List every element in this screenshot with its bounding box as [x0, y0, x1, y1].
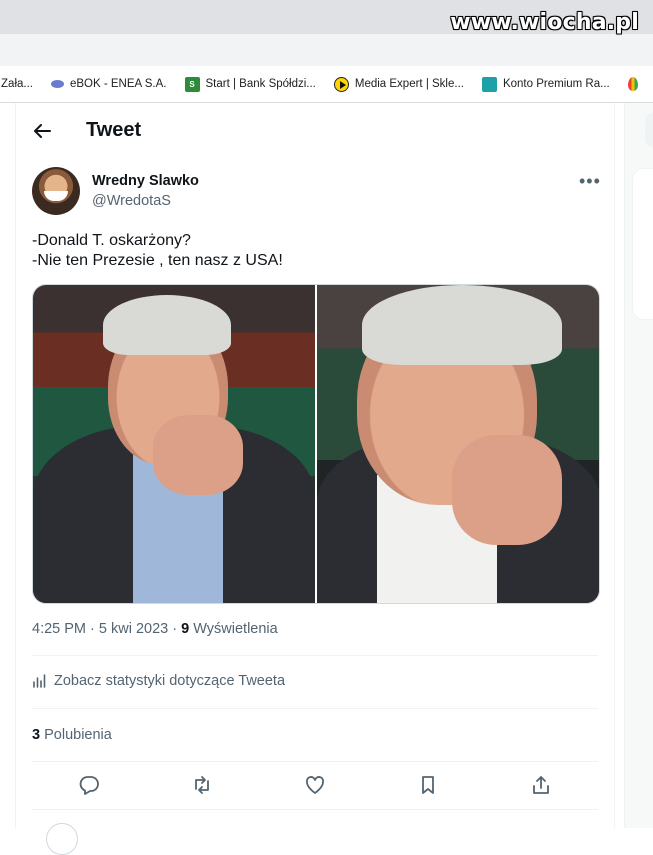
enea-icon — [50, 80, 64, 88]
avatar[interactable] — [32, 167, 80, 215]
bookmark-item[interactable]: Media Expert | Skle... — [333, 76, 464, 92]
right-panel-card — [632, 168, 653, 320]
share-icon[interactable] — [529, 773, 553, 797]
browser-address-bar[interactable] — [0, 34, 653, 66]
tweet-text-line: -Nie ten Prezesie , ten nasz z USA! — [32, 252, 283, 269]
analytics-icon — [33, 674, 46, 688]
media-expert-icon — [333, 76, 349, 92]
likes-label: Polubienia — [44, 727, 112, 743]
views-count: 9 — [181, 621, 190, 637]
tweet-text: -Donald T. oskarżony? -Nie ten Prezesie … — [32, 231, 283, 271]
retweet-icon[interactable] — [190, 773, 214, 797]
photo-hair — [103, 295, 231, 355]
photo-hand — [452, 435, 562, 545]
bookmark-item[interactable]: eBOK - ENEA S.A. — [50, 78, 167, 90]
bookmark-icon[interactable] — [416, 773, 440, 797]
views-label: Wyświetlenia — [193, 621, 278, 637]
tweet-date[interactable]: 5 kwi 2023 — [99, 621, 168, 637]
tweet-actions — [32, 763, 598, 807]
divider — [32, 655, 598, 656]
stats-label: Zobacz statystyki dotyczące Tweeta — [54, 673, 286, 689]
tweet-meta: 4:25 PM · 5 kwi 2023 · 9 Wyświetlenia — [32, 621, 278, 637]
tweet-column: Tweet Wredny Slawko @WredotaS ••• -Donal… — [15, 103, 615, 855]
like-icon[interactable] — [303, 773, 327, 797]
page-title: Tweet — [86, 119, 142, 141]
divider — [32, 809, 598, 810]
likes-link[interactable]: 3 Polubienia — [32, 727, 112, 743]
author-handle[interactable]: @WredotaS — [92, 193, 171, 209]
konto-icon — [481, 76, 497, 92]
bookmark-item[interactable]: Konto Premium Ra... — [481, 76, 610, 92]
tweet-photo[interactable] — [317, 285, 599, 603]
likes-count: 3 — [32, 727, 41, 743]
bookmark-label: eBOK - ENEA S.A. — [69, 78, 167, 90]
watermark: www.wiocha.pl — [450, 10, 639, 35]
divider — [32, 708, 598, 709]
bookmark-label: Start | Bank Spółdzi... — [205, 78, 316, 90]
bookmark-label: - Zała... — [0, 78, 33, 90]
bookmark-item[interactable]: S Start | Bank Spółdzi... — [184, 76, 316, 92]
bookmark-item[interactable] — [627, 77, 638, 91]
maps-icon — [627, 77, 638, 91]
tweet-time[interactable]: 4:25 PM — [32, 621, 86, 637]
author-name[interactable]: Wredny Slawko — [92, 173, 199, 189]
reply-icon[interactable] — [77, 773, 101, 797]
bank-icon: S — [184, 76, 200, 92]
more-options-icon[interactable]: ••• — [579, 171, 601, 192]
bookmark-item[interactable]: - Zała... — [0, 78, 33, 90]
bookmarks-bar: - Zała... eBOK - ENEA S.A. S Start | Ban… — [0, 66, 653, 103]
tweet-media[interactable] — [32, 284, 600, 604]
photo-hands — [153, 415, 243, 495]
tweet-header: Tweet — [32, 119, 141, 142]
bookmark-label: Konto Premium Ra... — [502, 78, 610, 90]
bookmark-label: Media Expert | Skle... — [354, 78, 464, 90]
right-search-box[interactable] — [645, 112, 653, 148]
tweet-photo[interactable] — [33, 285, 315, 603]
photo-hair — [362, 285, 562, 365]
tweet-text-line: -Donald T. oskarżony? — [32, 232, 191, 249]
stats-link[interactable]: Zobacz statystyki dotyczące Tweeta — [32, 673, 285, 689]
divider — [32, 761, 598, 762]
back-arrow-icon[interactable] — [32, 121, 52, 141]
